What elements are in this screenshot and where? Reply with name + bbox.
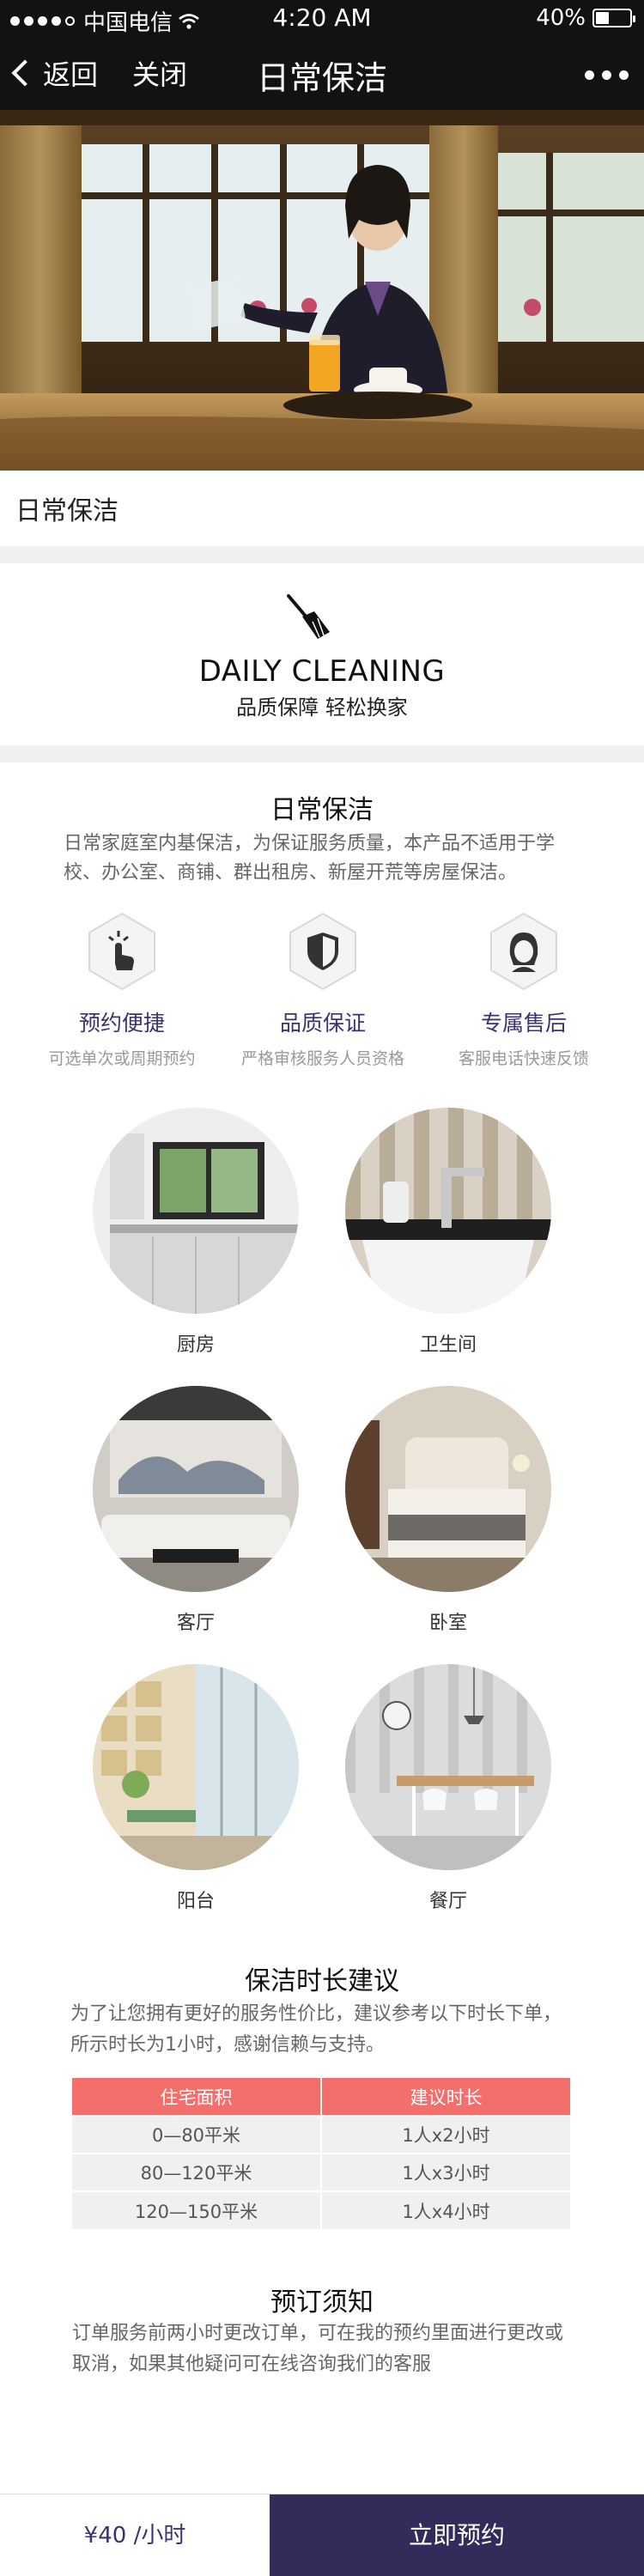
feature-title: 专属售后 — [480, 1011, 567, 1036]
table-header: 建议时长 — [321, 2078, 570, 2116]
chevron-left-icon — [11, 59, 39, 87]
battery-icon — [592, 9, 635, 27]
room-label: 餐厅 — [428, 1891, 467, 1912]
feature-subtitle: 客服电话快速反馈 — [458, 1049, 589, 1068]
service-agent-icon — [490, 912, 557, 991]
table-cell: 1人x2小时 — [321, 2115, 570, 2154]
notice-text: 订单服务前两小时更改订单，可在我的预约里面进行更改或取消，如果其他疑问可在线咨询… — [72, 2323, 564, 2375]
bathroom-image — [345, 1108, 551, 1314]
hand-tap-icon — [88, 912, 155, 991]
balcony-image — [93, 1664, 299, 1870]
nav-bar: 返回 关闭 日常保洁 — [0, 38, 644, 110]
kitchen-image — [93, 1108, 299, 1314]
back-button[interactable]: 返回 — [11, 53, 99, 93]
room-label: 阳台 — [176, 1891, 215, 1912]
notice-title: 预订须知 — [270, 2287, 374, 2318]
feature-quality: 品质保证 严格审核服务人员资格 — [220, 910, 426, 1069]
room-bedroom[interactable]: 卧室 — [345, 1386, 551, 1635]
feature-subtitle: 可选单次或周期预约 — [48, 1049, 196, 1068]
table-row: 120—150平米 1人x4小时 — [72, 2190, 570, 2229]
table-header-row: 住宅面积 建议时长 — [72, 2078, 570, 2116]
table-cell: 1人x3小时 — [321, 2153, 570, 2191]
room-living[interactable]: 客厅 — [93, 1386, 299, 1635]
feature-aftersales: 专属售后 客服电话快速反馈 — [421, 910, 627, 1069]
section-title: 日常保洁 — [15, 496, 118, 526]
table-row: 0—80平米 1人x2小时 — [72, 2115, 570, 2154]
status-right: 40% — [536, 5, 635, 31]
close-button[interactable]: 关闭 — [132, 53, 187, 93]
book-now-button[interactable]: 立即预约 — [270, 2494, 644, 2576]
bedroom-image — [345, 1386, 551, 1592]
table-header: 住宅面积 — [72, 2078, 322, 2116]
room-dining[interactable]: 餐厅 — [345, 1664, 551, 1913]
intro-text: 日常家庭室内基保洁，为保证服务质量，本产品不适用于学校、办公室、商铺、群出租房、… — [64, 833, 556, 884]
more-button[interactable] — [585, 70, 629, 80]
feature-subtitle: 严格审核服务人员资格 — [240, 1049, 404, 1068]
back-label: 返回 — [43, 58, 99, 91]
bottom-bar: ¥40 /小时 立即预约 — [0, 2494, 644, 2576]
room-balcony[interactable]: 阳台 — [93, 1664, 299, 1913]
room-label: 卫生间 — [419, 1334, 477, 1356]
room-label: 卧室 — [428, 1613, 467, 1634]
broom-icon — [287, 594, 330, 639]
feature-title: 品质保证 — [279, 1011, 366, 1036]
hero-image — [0, 110, 644, 471]
table-cell: 80—120平米 — [72, 2153, 322, 2191]
duration-text: 为了让您拥有更好的服务性价比，建议参考以下时长下单，所示时长为1小时，感谢信赖与… — [70, 2003, 562, 2056]
room-label: 厨房 — [176, 1334, 215, 1356]
duration-title: 保洁时长建议 — [245, 1966, 399, 1996]
shield-check-icon — [289, 912, 356, 991]
feature-booking: 预约便捷 可选单次或周期预约 — [19, 910, 225, 1069]
table-cell: 0—80平米 — [72, 2115, 322, 2154]
page: 中国电信 4:20 AM 40% 返回 关闭 日常保洁 日常保洁 DAILY C… — [0, 0, 644, 2576]
intro-title: 日常保洁 — [270, 795, 374, 825]
living-room-image — [93, 1386, 299, 1592]
top-bar: 中国电信 4:20 AM 40% 返回 关闭 日常保洁 — [0, 0, 644, 110]
room-label: 客厅 — [176, 1613, 215, 1634]
duration-table: 住宅面积 建议时长 0—80平米 1人x2小时 80—120平米 1人x3小时 … — [72, 2078, 570, 2229]
price-label: ¥40 /小时 — [0, 2494, 270, 2576]
divider — [0, 745, 644, 762]
room-bathroom[interactable]: 卫生间 — [345, 1108, 551, 1357]
table-cell: 1人x4小时 — [321, 2190, 570, 2229]
dining-room-image — [345, 1664, 551, 1870]
daily-english-title: DAILY CLEANING — [198, 654, 446, 689]
daily-cleaning-banner: DAILY CLEANING 品质保障 轻松换家 — [0, 565, 644, 745]
table-row: 80—120平米 1人x3小时 — [72, 2153, 570, 2191]
divider — [0, 546, 644, 563]
feature-title: 预约便捷 — [78, 1011, 165, 1036]
room-kitchen[interactable]: 厨房 — [93, 1108, 299, 1357]
status-bar: 中国电信 4:20 AM 40% — [0, 0, 644, 38]
battery-percent: 40% — [536, 5, 586, 31]
table-cell: 120—150平米 — [72, 2190, 322, 2229]
daily-slogan: 品质保障 轻松换家 — [236, 696, 408, 720]
